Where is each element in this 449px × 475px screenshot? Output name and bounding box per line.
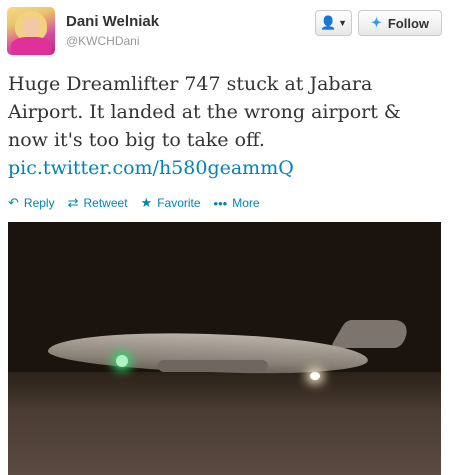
chevron-down-icon: ▼: [338, 18, 348, 28]
photo-white-light: [310, 372, 320, 380]
follow-button[interactable]: ✦ Follow: [358, 10, 442, 36]
user-actions-button[interactable]: 👤 ▼: [315, 10, 352, 36]
avatar-face: [22, 17, 40, 37]
avatar[interactable]: [7, 7, 55, 55]
reply-label: Reply: [23, 196, 55, 210]
favorite-label: Favorite: [157, 196, 201, 210]
retweet-icon: ⇄: [67, 195, 79, 210]
photo-green-light: [116, 355, 128, 367]
reply-button[interactable]: ↶ Reply: [8, 195, 55, 211]
photo-ground: [8, 372, 441, 475]
twitter-bird-icon: ✦: [370, 15, 382, 30]
person-icon: 👤: [319, 15, 337, 30]
tweet-actions: ↶ Reply ⇄ Retweet ★ Favorite ••• More: [8, 195, 273, 211]
user-handle[interactable]: @KWCHDani: [66, 34, 140, 48]
photo-plane-tail: [329, 320, 417, 348]
display-name[interactable]: Dani Welniak: [66, 13, 159, 30]
photo-plane-wing: [158, 360, 268, 372]
retweet-button[interactable]: ⇄ Retweet: [68, 195, 128, 211]
tweet-photo[interactable]: [8, 222, 441, 475]
retweet-label: Retweet: [83, 196, 128, 210]
more-label: More: [232, 196, 260, 210]
avatar-body: [11, 37, 51, 55]
tweet-text: Huge Dreamlifter 747 stuck at Jabara Air…: [8, 73, 401, 151]
more-dots-icon: •••: [213, 195, 228, 211]
favorite-button[interactable]: ★ Favorite: [141, 195, 201, 211]
reply-icon: ↶: [8, 195, 19, 210]
star-icon: ★: [140, 195, 153, 210]
follow-label: Follow: [387, 15, 430, 31]
tweet-media-link[interactable]: pic.twitter.com/h580geammQ: [8, 154, 294, 182]
more-button[interactable]: ••• More: [214, 196, 260, 211]
